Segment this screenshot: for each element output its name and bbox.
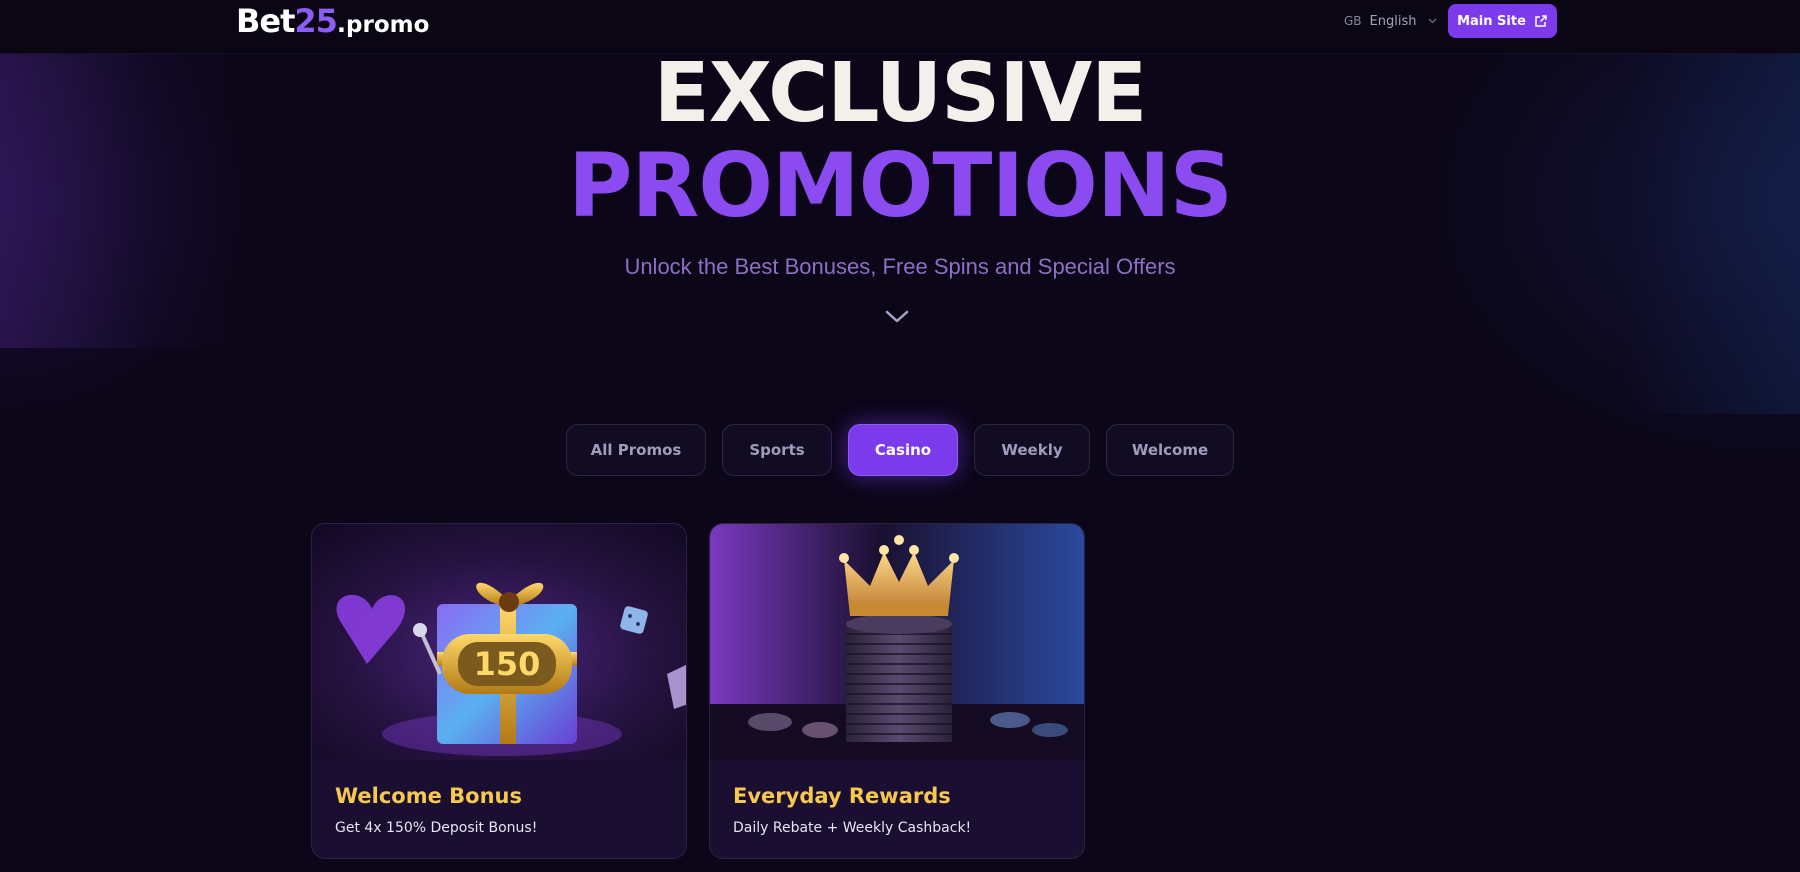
tab-sports[interactable]: Sports <box>722 424 832 476</box>
tab-weekly[interactable]: Weekly <box>974 424 1090 476</box>
site-logo[interactable]: Bet 25 . promo <box>236 2 430 40</box>
language-name: English <box>1369 13 1417 29</box>
hero-title-line1: EXCLUSIVE <box>653 46 1147 141</box>
external-link-icon <box>1534 14 1548 28</box>
tab-casino[interactable]: Casino <box>848 424 958 476</box>
logo-dot-text: . <box>336 10 347 38</box>
promo-card-everyday-rewards[interactable]: Everyday Rewards Daily Rebate + Weekly C… <box>709 523 1085 859</box>
logo-number-text: 25 <box>294 2 338 40</box>
main-site-label: Main Site <box>1457 13 1526 29</box>
slot-reel-text: 150 <box>474 645 541 683</box>
language-code: GB <box>1344 14 1362 28</box>
language-selector[interactable]: GB English <box>1344 12 1437 30</box>
logo-tld-text: promo <box>346 12 430 38</box>
gift-box-slot-image: 150 <box>312 524 686 760</box>
scroll-down-chevron-icon[interactable] <box>883 306 911 326</box>
tab-label: All Promos <box>590 441 682 459</box>
crown-coin-stack-image <box>710 524 1084 760</box>
chevron-down-icon <box>1428 16 1437 27</box>
logo-main-text: Bet <box>236 2 295 40</box>
promotions-page: Bet 25 . promo GB English Main Site EXCL <box>0 0 1800 872</box>
tab-label: Casino <box>874 441 932 459</box>
tab-label: Welcome <box>1131 441 1209 459</box>
hero-title-line2: PROMOTIONS <box>567 134 1233 237</box>
tab-label: Sports <box>749 441 805 459</box>
hero-subtitle: Unlock the Best Bonuses, Free Spins and … <box>624 254 1176 279</box>
tab-all-promos[interactable]: All Promos <box>566 424 706 476</box>
main-site-button[interactable]: Main Site <box>1448 4 1557 38</box>
card-title: Everyday Rewards <box>733 784 951 808</box>
tab-label: Weekly <box>1001 441 1063 459</box>
promo-card-welcome-bonus[interactable]: 150 Welcome Bonus Get 4x 150% Deposit Bo… <box>311 523 687 859</box>
card-description: Daily Rebate + Weekly Cashback! <box>733 820 972 836</box>
tab-welcome[interactable]: Welcome <box>1106 424 1234 476</box>
promo-filter-tabs: All Promos Sports Casino Weekly Welcome <box>0 424 1800 476</box>
card-title: Welcome Bonus <box>335 784 523 808</box>
card-description: Get 4x 150% Deposit Bonus! <box>335 820 538 836</box>
